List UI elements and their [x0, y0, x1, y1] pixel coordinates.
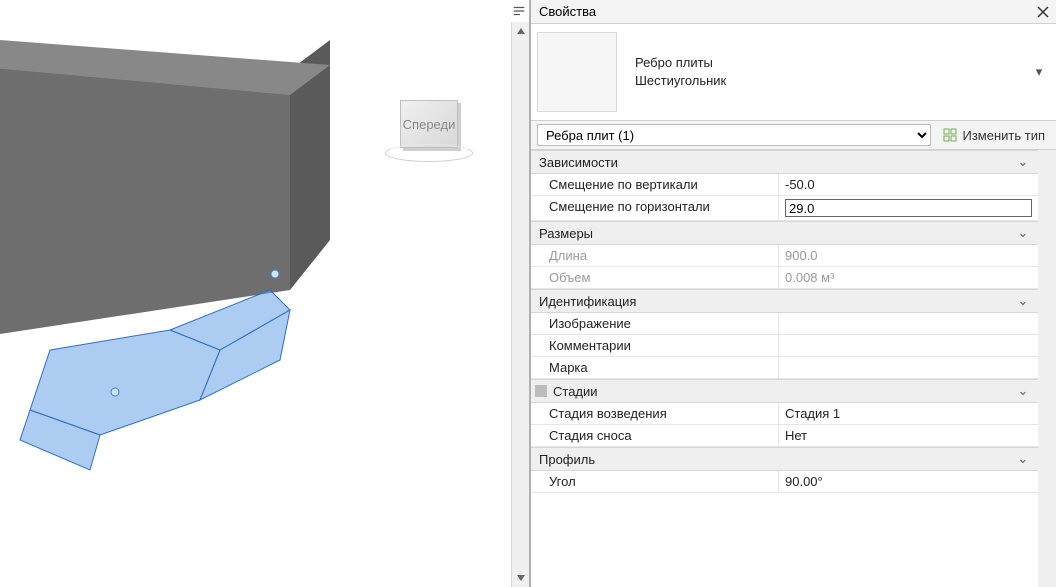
property-row[interactable]: Стадия возведенияСтадия 1: [531, 403, 1038, 425]
edit-type-icon: [942, 127, 958, 143]
property-row[interactable]: Смещение по горизонтали: [531, 196, 1038, 221]
edit-type-label: Изменить тип: [962, 128, 1045, 143]
group-header[interactable]: Размеры⌄: [531, 221, 1038, 245]
property-row[interactable]: Изображение: [531, 313, 1038, 335]
group-label: Размеры: [539, 226, 1016, 241]
collapse-icon[interactable]: ⌄: [1016, 383, 1030, 399]
property-value: 0.008 м³: [779, 267, 1038, 288]
type-text: Ребро плиты Шестиугольник: [635, 54, 1030, 90]
scroll-up-icon[interactable]: [512, 22, 529, 40]
viewport-scrollbar[interactable]: [511, 22, 529, 587]
group-header[interactable]: Идентификация⌄: [531, 289, 1038, 313]
collapse-icon[interactable]: ⌄: [1016, 293, 1030, 309]
property-key: Угол: [531, 471, 779, 492]
type-family-label: Ребро плиты: [635, 54, 1030, 72]
property-key: Марка: [531, 357, 779, 378]
property-key: Комментарии: [531, 335, 779, 356]
property-value: 900.0: [779, 245, 1038, 266]
property-value[interactable]: 90.00°: [779, 471, 1038, 492]
options-icon[interactable]: [509, 1, 529, 21]
property-row[interactable]: Марка: [531, 357, 1038, 379]
property-value[interactable]: [779, 335, 1038, 356]
viewport-3d[interactable]: Спереди: [0, 0, 530, 587]
instance-selector-row: Ребра плит (1) Изменить тип: [531, 121, 1056, 150]
property-row[interactable]: Стадия сносаНет: [531, 425, 1038, 447]
property-key: Стадия возведения: [531, 403, 779, 424]
collapse-icon[interactable]: ⌄: [1016, 451, 1030, 467]
scene-3d[interactable]: [0, 40, 380, 480]
group-header[interactable]: Стадии⌄: [531, 379, 1038, 403]
property-row[interactable]: Комментарии: [531, 335, 1038, 357]
properties-palette: Свойства Ребро плиты Шестиугольник ▾ Реб…: [530, 0, 1056, 587]
collapse-icon[interactable]: ⌄: [1016, 154, 1030, 170]
property-row[interactable]: Смещение по вертикали-50.0: [531, 174, 1038, 196]
properties-scrollbar[interactable]: [1038, 150, 1056, 587]
group-label: Идентификация: [539, 294, 1016, 309]
property-key: Смещение по вертикали: [531, 174, 779, 195]
edit-type-button[interactable]: Изменить тип: [937, 124, 1050, 146]
type-name-label: Шестиугольник: [635, 72, 1030, 90]
scroll-track[interactable]: [512, 40, 529, 569]
property-value-input[interactable]: [785, 199, 1032, 217]
property-row[interactable]: Угол90.00°: [531, 471, 1038, 493]
group-label: Стадии: [553, 384, 1016, 399]
group-label: Профиль: [539, 452, 1016, 467]
view-cube-ring[interactable]: [385, 144, 473, 162]
type-thumbnail: [537, 32, 617, 112]
palette-titlebar: Свойства: [531, 0, 1056, 24]
property-value[interactable]: [779, 196, 1038, 220]
property-value[interactable]: Нет: [779, 425, 1038, 446]
property-value[interactable]: -50.0: [779, 174, 1038, 195]
palette-title-text: Свойства: [539, 4, 1034, 19]
property-value[interactable]: Стадия 1: [779, 403, 1038, 424]
property-key: Объем: [531, 267, 779, 288]
instance-selector[interactable]: Ребра плит (1): [537, 124, 931, 146]
collapse-icon[interactable]: ⌄: [1016, 225, 1030, 241]
property-row: Объем0.008 м³: [531, 267, 1038, 289]
property-key: Смещение по горизонтали: [531, 196, 779, 220]
group-header[interactable]: Зависимости⌄: [531, 150, 1038, 174]
group-header[interactable]: Профиль⌄: [531, 447, 1038, 471]
viewport-toolbar: [509, 0, 529, 22]
property-key: Стадия сноса: [531, 425, 779, 446]
property-value[interactable]: [779, 313, 1038, 334]
properties-grid[interactable]: Зависимости⌄Смещение по вертикали-50.0См…: [531, 150, 1038, 587]
view-cube[interactable]: Спереди: [379, 100, 479, 170]
scroll-down-icon[interactable]: [512, 569, 529, 587]
property-value[interactable]: [779, 357, 1038, 378]
type-selector-header[interactable]: Ребро плиты Шестиугольник ▾: [531, 24, 1056, 121]
group-label: Зависимости: [539, 155, 1016, 170]
view-cube-face[interactable]: Спереди: [400, 100, 458, 148]
chevron-down-icon[interactable]: ▾: [1030, 64, 1048, 80]
property-key: Изображение: [531, 313, 779, 334]
group-block-icon: [535, 385, 547, 397]
property-key: Длина: [531, 245, 779, 266]
property-row: Длина900.0: [531, 245, 1038, 267]
close-icon[interactable]: [1034, 3, 1052, 21]
